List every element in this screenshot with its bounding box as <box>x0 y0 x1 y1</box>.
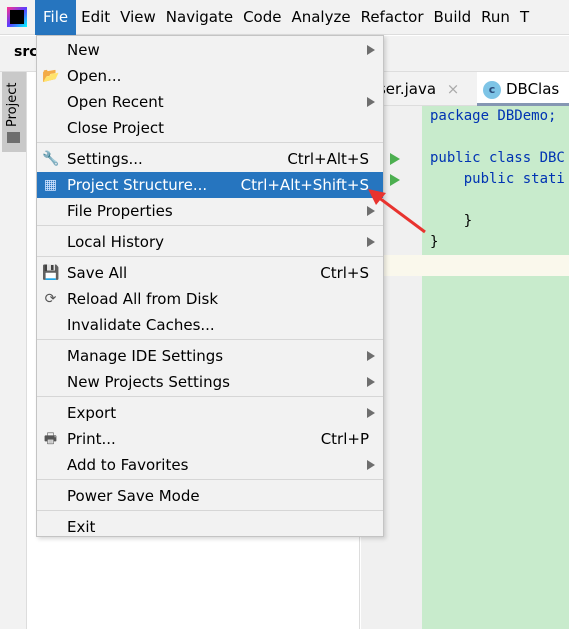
menu-item-label: Local History <box>67 233 165 251</box>
breadcrumb[interactable]: src <box>14 44 38 60</box>
submenu-arrow-icon <box>367 351 375 361</box>
menu-item-manage-ide-settings[interactable]: Manage IDE Settings <box>37 343 383 369</box>
code-line: } <box>430 234 439 250</box>
menu-build[interactable]: Build <box>429 0 477 35</box>
menu-analyze[interactable]: Analyze <box>286 0 355 35</box>
menu-item-new-projects-settings[interactable]: New Projects Settings <box>37 369 383 395</box>
code-editor[interactable]: package DBDemo; public class DBC public … <box>422 106 569 629</box>
menu-edit[interactable]: Edit <box>76 0 115 35</box>
tab-label: DBClas <box>506 80 560 98</box>
menu-code[interactable]: Code <box>238 0 286 35</box>
menu-item-exit[interactable]: Exit <box>37 514 383 540</box>
shortcut-label: Ctrl+S <box>320 264 369 282</box>
left-tool-strip <box>0 72 27 629</box>
menu-item-file-properties[interactable]: File Properties <box>37 198 383 224</box>
annotation-arrow <box>368 189 426 234</box>
shortcut-label: Ctrl+Alt+Shift+S <box>240 176 369 194</box>
submenu-arrow-icon <box>367 377 375 387</box>
menu-item-open[interactable]: 📂 Open... <box>37 63 383 89</box>
menu-item-print[interactable]: 🖶 Print... Ctrl+P <box>37 426 383 452</box>
menu-item-label: File Properties <box>67 202 173 220</box>
reload-icon: ⟳ <box>44 291 57 307</box>
save-icon: 💾 <box>42 265 60 281</box>
submenu-arrow-icon <box>367 460 375 470</box>
menu-navigate[interactable]: Navigate <box>161 0 238 35</box>
menu-refactor[interactable]: Refactor <box>356 0 429 35</box>
menu-view[interactable]: View <box>115 0 161 35</box>
shortcut-label: Ctrl+P <box>320 430 369 448</box>
shortcut-label: Ctrl+Alt+S <box>287 150 369 168</box>
menu-item-reload-all-from-disk[interactable]: ⟳ Reload All from Disk <box>37 286 383 312</box>
menu-item-invalidate-caches[interactable]: Invalidate Caches... <box>37 312 383 338</box>
code-line: public stati <box>430 171 565 187</box>
menu-item-label: Settings... <box>67 150 143 168</box>
menu-item-label: Add to Favorites <box>67 456 189 474</box>
menu-item-project-structure[interactable]: ▦ Project Structure... Ctrl+Alt+Shift+S <box>37 172 383 198</box>
menu-item-label: Save All <box>67 264 128 282</box>
wrench-icon: 🔧 <box>42 151 60 167</box>
menu-item-local-history[interactable]: Local History <box>37 229 383 255</box>
menu-item-label: Reload All from Disk <box>67 290 219 308</box>
folder-open-icon: 📂 <box>42 68 60 84</box>
menu-item-export[interactable]: Export <box>37 400 383 426</box>
menu-item-open-recent[interactable]: Open Recent <box>37 89 383 115</box>
project-structure-icon: ▦ <box>43 177 58 193</box>
code-line: } <box>430 213 473 229</box>
class-icon: c <box>483 80 501 99</box>
project-label: Project <box>5 82 20 127</box>
menu-item-label: Open... <box>67 67 122 85</box>
code-line: package DBDemo; <box>430 108 557 124</box>
submenu-arrow-icon <box>367 97 375 107</box>
menu-item-power-save-mode[interactable]: Power Save Mode <box>37 483 383 509</box>
submenu-arrow-icon <box>367 408 375 418</box>
menu-run[interactable]: Run <box>476 0 515 35</box>
menu-item-label: Print... <box>67 430 116 448</box>
menu-item-new[interactable]: New <box>37 37 383 63</box>
menu-item-save-all[interactable]: 💾 Save All Ctrl+S <box>37 260 383 286</box>
menu-item-close-project[interactable]: Close Project <box>37 115 383 141</box>
menu-item-label: Project Structure... <box>67 176 208 194</box>
intellij-logo-icon <box>7 7 27 27</box>
code-line: public class DBC <box>430 150 565 166</box>
menu-item-label: New <box>67 41 100 59</box>
menu-item-label: Open Recent <box>67 93 164 111</box>
submenu-arrow-icon <box>367 45 375 55</box>
menu-item-label: Invalidate Caches... <box>67 316 215 334</box>
menu-bar: File Edit View Navigate Code Analyze Refactor B… <box>0 0 569 35</box>
print-icon: 🖶 <box>43 431 58 447</box>
menu-file[interactable]: File <box>35 0 77 35</box>
menu-item-label: Power Save Mode <box>67 487 200 505</box>
editor-tabs: User.java × c DBClas <box>361 72 569 106</box>
tab-dbclass[interactable]: c DBClas <box>477 72 569 106</box>
file-menu: New 📂 Open... Open Recent Close Project 🔧 Sett… <box>36 35 384 537</box>
menu-item-add-to-favorites[interactable]: Add to Favorites <box>37 452 383 478</box>
menu-item-label: Manage IDE Settings <box>67 347 224 365</box>
menu-item-settings[interactable]: 🔧 Settings... Ctrl+Alt+S <box>37 146 383 172</box>
close-icon[interactable]: × <box>447 80 460 98</box>
folder-icon <box>7 132 20 143</box>
menu-item-label: Exit <box>67 518 96 536</box>
caret-line <box>361 255 569 276</box>
menu-item-label: Close Project <box>67 119 164 137</box>
menu-t[interactable]: T <box>515 0 534 35</box>
menu-item-label: Export <box>67 404 117 422</box>
run-icon[interactable] <box>390 153 400 165</box>
menu-item-label: New Projects Settings <box>67 373 230 391</box>
